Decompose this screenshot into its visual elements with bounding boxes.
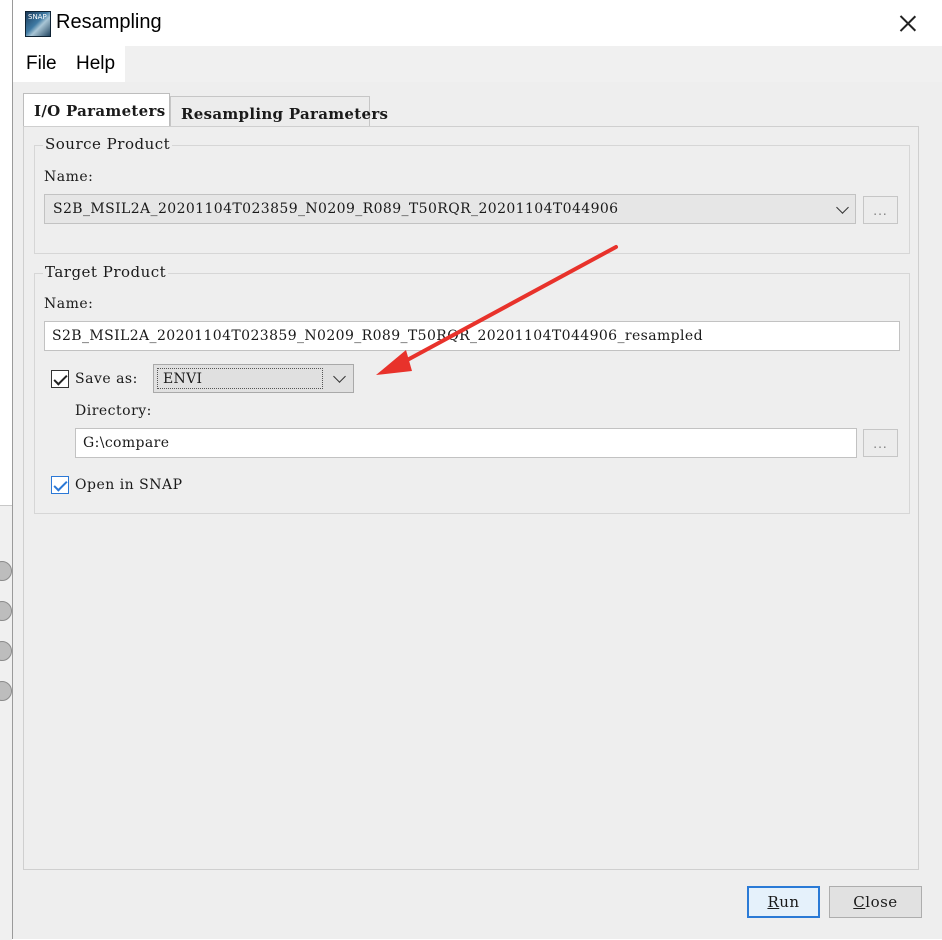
source-product-title: Source Product xyxy=(43,135,173,153)
tab-io-parameters-label: I/O Parameters xyxy=(34,102,166,120)
directory-browse-button[interactable]: ... xyxy=(863,429,898,457)
target-name-label: Name: xyxy=(44,296,94,312)
open-in-snap-checkbox[interactable] xyxy=(51,476,69,494)
menu-file[interactable]: File xyxy=(26,53,57,75)
focus-rect: ENVI xyxy=(157,368,323,389)
target-name-field[interactable]: S2B_MSIL2A_20201104T023859_N0209_R089_T5… xyxy=(44,321,900,351)
io-parameters-panel: Source Product Name: S2B_MSIL2A_20201104… xyxy=(23,126,919,870)
source-name-label: Name: xyxy=(44,169,94,185)
zoom-out-icon xyxy=(0,601,12,621)
close-button[interactable]: Close xyxy=(829,886,922,918)
chevron-down-icon xyxy=(333,370,346,383)
close-button-label: Close xyxy=(853,893,898,911)
background-window-strip xyxy=(0,505,12,940)
source-product-group: Source Product Name: S2B_MSIL2A_20201104… xyxy=(34,135,910,254)
target-name-value: S2B_MSIL2A_20201104T023859_N0209_R089_T5… xyxy=(52,328,703,344)
snap-app-icon: SNAP xyxy=(25,11,51,37)
zoom-fit-icon xyxy=(0,641,12,661)
source-product-value: S2B_MSIL2A_20201104T023859_N0209_R089_T5… xyxy=(53,201,619,217)
directory-field[interactable]: G:\compare xyxy=(75,428,857,458)
save-as-label: Save as: xyxy=(75,371,138,387)
run-button[interactable]: Run xyxy=(747,886,820,918)
tab-io-parameters[interactable]: I/O Parameters xyxy=(23,93,170,128)
directory-value: G:\compare xyxy=(83,435,170,451)
title-bar: SNAP Resampling xyxy=(13,0,942,46)
target-product-title: Target Product xyxy=(43,263,169,281)
checkmark-icon xyxy=(53,477,68,492)
source-product-combo[interactable]: S2B_MSIL2A_20201104T023859_N0209_R089_T5… xyxy=(44,194,856,224)
save-as-checkbox[interactable] xyxy=(51,370,69,388)
menu-help[interactable]: Help xyxy=(76,53,115,75)
tab-resampling-parameters[interactable]: Resampling Parameters xyxy=(170,96,388,129)
zoom-in-icon xyxy=(0,561,12,581)
menu-bar: File Help xyxy=(17,46,942,82)
dialog-content: I/O Parameters Resampling Parameters Sou… xyxy=(13,82,942,939)
chevron-down-icon xyxy=(836,201,849,214)
directory-label: Directory: xyxy=(75,403,152,419)
open-in-snap-label: Open in SNAP xyxy=(75,477,183,493)
run-button-label: Run xyxy=(767,893,800,911)
save-format-value: ENVI xyxy=(163,371,203,387)
resampling-dialog: SNAP Resampling File Help I/O Parameters… xyxy=(12,0,942,939)
save-format-combo[interactable]: ENVI xyxy=(153,364,354,393)
window-title: Resampling xyxy=(56,11,162,33)
source-browse-button[interactable]: ... xyxy=(863,196,898,224)
checkmark-icon xyxy=(53,371,68,386)
target-product-group: Target Product Name: S2B_MSIL2A_20201104… xyxy=(34,263,910,514)
close-window-icon[interactable] xyxy=(891,7,925,39)
zoom-all-icon xyxy=(0,681,12,701)
tab-resampling-parameters-label: Resampling Parameters xyxy=(181,105,389,123)
